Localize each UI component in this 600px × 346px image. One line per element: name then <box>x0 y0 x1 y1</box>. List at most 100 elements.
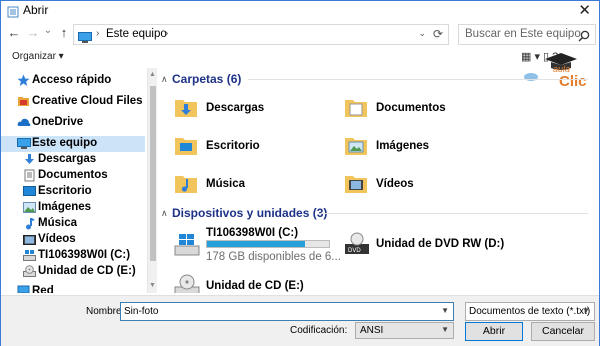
refresh-icon[interactable]: ⟳ <box>433 27 443 41</box>
folder-label: Vídeos <box>376 178 414 190</box>
sidebar-item-creative-cloud[interactable]: Creative Cloud Files <box>1 94 145 110</box>
back-icon[interactable]: ← <box>7 25 21 40</box>
folder-tile-documentos[interactable]: Documentos <box>344 92 504 128</box>
music-folder-icon <box>175 176 197 193</box>
folder-label: Descargas <box>206 102 265 114</box>
documents-folder-icon <box>345 100 367 117</box>
scroll-up-icon[interactable]: ▲ <box>149 71 156 78</box>
pictures-icon <box>23 201 37 214</box>
search-input[interactable]: Buscar en Este equipo <box>465 28 581 40</box>
sidebar-item-escritorio[interactable]: Escritorio <box>1 184 145 200</box>
sidebar-item-red[interactable]: Red <box>1 284 145 293</box>
drive-label: TI106398W0I (C:) <box>206 227 299 239</box>
sidebar-item-acceso-rapido[interactable]: Acceso rápido <box>1 73 145 89</box>
drive-tile-c[interactable]: TI106398W0I (C:) 178 GB disponibles de 6… <box>174 226 354 266</box>
open-dialog: Abrir ✕ ← → ⌄ ↑ › Este equipo › ⌄ ⟳ Busc… <box>0 0 600 346</box>
drive-tile-cd[interactable]: Unidad de CD (E:) <box>174 272 354 293</box>
network-icon <box>17 285 31 293</box>
content-pane: ∧ Carpetas (6) Descargas Documentos Escr… <box>158 68 599 293</box>
cancel-button[interactable]: Cancelar <box>531 322 595 341</box>
svg-text:DVD: DVD <box>348 248 361 254</box>
folder-label: Música <box>206 178 245 190</box>
scrollbar-thumb[interactable] <box>150 86 156 261</box>
encoding-value: ANSI <box>360 325 384 336</box>
filename-value[interactable]: Sin-foto <box>124 306 158 317</box>
videos-icon <box>23 233 37 246</box>
folders-group-header[interactable]: Carpetas (6) <box>172 72 241 86</box>
devices-group-header[interactable]: Dispositivos y unidades (3) <box>172 206 327 220</box>
sidebar-item-label: Vídeos <box>38 233 76 245</box>
folder-tile-videos[interactable]: Vídeos <box>344 168 504 204</box>
sidebar-item-descargas[interactable]: Descargas <box>1 152 145 168</box>
sidebar-item-label: Imágenes <box>38 201 92 213</box>
sidebar-item-cd-e[interactable]: Unidad de CD (E:) <box>1 264 145 280</box>
download-folder-icon <box>175 100 197 117</box>
chevron-down-icon[interactable]: ▼ <box>441 306 449 315</box>
navigation-bar: ← → ⌄ ↑ › Este equipo › ⌄ ⟳ Buscar en Es… <box>1 22 599 46</box>
folder-tile-escritorio[interactable]: Escritorio <box>174 130 334 166</box>
chevron-down-icon[interactable]: ▼ <box>582 306 590 315</box>
group-divider <box>248 79 588 80</box>
folder-label: Imágenes <box>376 140 430 152</box>
drive-label: Unidad de DVD RW (D:) <box>376 238 505 250</box>
music-icon <box>23 217 37 230</box>
sidebar-item-onedrive[interactable]: OneDrive <box>1 115 145 131</box>
recent-dropdown-icon[interactable]: ⌄ <box>41 25 55 36</box>
onedrive-icon <box>17 116 31 129</box>
chevron-down-icon[interactable]: ▼ <box>441 325 449 334</box>
sidebar-item-videos[interactable]: Vídeos <box>1 232 145 248</box>
filetype-select[interactable]: Documentos de texto (*.txt) ▼ <box>465 302 595 321</box>
close-icon[interactable]: ✕ <box>578 1 591 19</box>
sidebar-item-imagenes[interactable]: Imágenes <box>1 200 145 216</box>
computer-icon <box>17 137 31 150</box>
pictures-folder-icon <box>345 138 367 155</box>
breadcrumb-separator[interactable]: › <box>165 28 168 39</box>
open-button[interactable]: Abrir <box>465 322 523 341</box>
sidebar-item-label: Documentos <box>38 169 108 181</box>
cd-drive-icon <box>23 265 37 278</box>
sidebar-item-drive-c[interactable]: TI106398W0I (C:) <box>1 248 145 264</box>
title-bar: Abrir ✕ <box>1 1 599 21</box>
notepad-icon <box>7 5 19 23</box>
encoding-select[interactable]: ANSI ▼ <box>355 322 454 339</box>
sidebar-item-musica[interactable]: Música <box>1 216 145 232</box>
drive-usage-bar <box>206 240 330 248</box>
scroll-down-icon[interactable]: ▼ <box>149 282 156 289</box>
folder-tile-imagenes[interactable]: Imágenes <box>344 130 504 166</box>
collapse-chevron-icon[interactable]: ∧ <box>161 74 168 85</box>
sidebar-item-label: OneDrive <box>32 116 84 128</box>
up-icon[interactable]: ↑ <box>57 25 71 40</box>
sidebar-item-label: Creative Cloud Files <box>32 95 143 107</box>
sidebar-item-label: Música <box>38 217 77 229</box>
creative-cloud-icon <box>17 95 31 108</box>
command-bar: Organizar ▾ ▦ ▾ ▯ ? <box>1 48 599 66</box>
folder-tile-descargas[interactable]: Descargas <box>174 92 334 128</box>
sidebar-item-label: Escritorio <box>38 185 92 197</box>
sidebar-item-label: Unidad de CD (E:) <box>38 265 136 277</box>
address-dropdown-icon[interactable]: ⌄ <box>418 28 426 39</box>
sidebar-item-label: Acceso rápido <box>32 74 112 86</box>
forward-icon[interactable]: → <box>26 25 40 40</box>
group-divider <box>320 213 588 214</box>
breadcrumb-este-equipo[interactable]: Este equipo <box>106 28 167 40</box>
filetype-value: Documentos de texto (*.txt) <box>469 306 591 317</box>
star-icon <box>17 74 31 87</box>
search-box[interactable]: Buscar en Este equipo <box>458 24 596 45</box>
cd-drive-icon <box>174 274 200 293</box>
drive-tile-dvd[interactable]: DVD Unidad de DVD RW (D:) <box>344 228 524 264</box>
sidebar-scrollbar[interactable]: ▲ ▼ <box>147 68 157 293</box>
filename-label: Nombre: <box>86 306 125 317</box>
folder-label: Documentos <box>376 102 446 114</box>
computer-icon <box>78 30 92 48</box>
collapse-chevron-icon[interactable]: ∧ <box>161 208 168 219</box>
organize-button[interactable]: Organizar ▾ <box>12 51 64 62</box>
navigation-pane: Acceso rápido Creative Cloud Files OneDr… <box>1 68 157 293</box>
folder-label: Escritorio <box>206 140 260 152</box>
sidebar-item-este-equipo[interactable]: Este equipo <box>1 136 145 152</box>
folder-tile-musica[interactable]: Música <box>174 168 334 204</box>
address-bar[interactable]: › Este equipo › ⌄ ⟳ <box>73 24 449 45</box>
filename-field[interactable]: Sin-foto ▼ <box>120 302 454 321</box>
encoding-label: Codificación: <box>290 325 348 336</box>
sidebar-item-documentos[interactable]: Documentos <box>1 168 145 184</box>
documents-icon <box>23 169 37 182</box>
